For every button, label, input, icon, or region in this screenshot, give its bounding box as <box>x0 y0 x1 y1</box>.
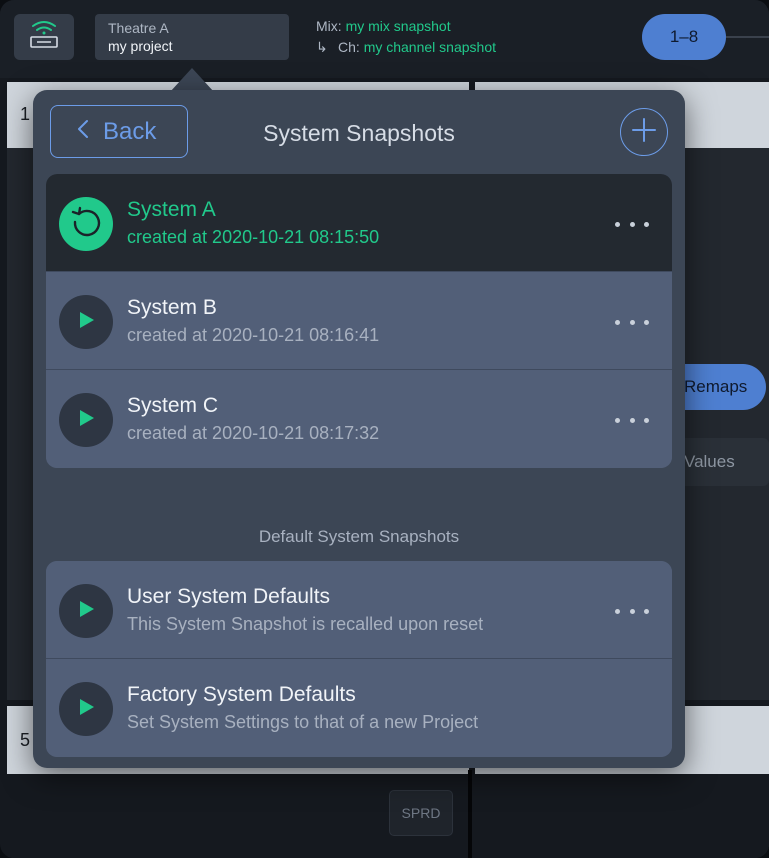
wifi-device-icon <box>27 20 61 55</box>
more-dots-icon[interactable] <box>615 216 649 232</box>
snapshot-timestamp: created at 2020-10-21 08:17:32 <box>127 423 380 443</box>
snapshot-title: System C <box>127 394 219 417</box>
strip-number-1: 1 <box>20 104 31 124</box>
default-title: Factory System Defaults <box>127 683 356 706</box>
top-bar: Theatre A my project Mix: my mix snapsho… <box>0 0 769 78</box>
default-description: This System Snapshot is recalled upon re… <box>127 614 484 634</box>
more-dots-icon[interactable] <box>615 314 649 330</box>
default-description: Set System Settings to that of a new Pro… <box>127 712 479 732</box>
snapshot-row-system-b[interactable]: System B created at 2020-10-21 08:16:41 <box>46 272 672 370</box>
system-snapshots-popover: Back System Snapshots System A created a… <box>33 90 685 768</box>
strip-divider <box>468 770 472 858</box>
project-selector[interactable]: Theatre A my project <box>95 14 289 60</box>
recall-icon <box>69 205 103 244</box>
recall-button[interactable] <box>59 682 113 736</box>
defaults-section-header: Default System Snapshots <box>258 527 460 546</box>
channel-snapshot-line: ↳ Ch: my channel snapshot <box>316 37 496 58</box>
popover-arrow <box>170 68 214 92</box>
snapshot-list: System A created at 2020-10-21 08:15:50 … <box>46 174 672 468</box>
project-venue: Theatre A <box>108 20 169 36</box>
more-dots-icon[interactable] <box>615 412 649 428</box>
recall-button[interactable] <box>59 393 113 447</box>
project-name: my project <box>108 38 173 54</box>
bank-divider <box>726 36 769 38</box>
snapshot-title: System A <box>127 198 216 221</box>
snapshot-title: System B <box>127 296 217 319</box>
plus-icon <box>631 117 657 148</box>
network-button[interactable] <box>14 14 74 60</box>
channel-label: Ch: <box>338 39 360 55</box>
strip-bottom-area <box>7 774 769 858</box>
recall-button[interactable] <box>59 197 113 251</box>
strip-number-5: 5 <box>20 730 31 750</box>
default-title: User System Defaults <box>127 585 331 608</box>
more-dots-icon[interactable] <box>615 603 649 619</box>
spread-button[interactable]: SPRD <box>389 790 453 836</box>
sub-arrow-icon: ↳ <box>316 39 328 55</box>
add-snapshot-button[interactable] <box>620 108 668 156</box>
default-row-user[interactable]: User System Defaults This System Snapsho… <box>46 561 672 659</box>
remaps-label: Remaps <box>684 377 748 396</box>
values-label: Values <box>684 452 735 471</box>
default-snapshot-list: User System Defaults This System Snapsho… <box>46 561 672 757</box>
snapshot-timestamp: created at 2020-10-21 08:16:41 <box>127 325 380 345</box>
mix-snapshot-line: Mix: my mix snapshot <box>316 16 496 37</box>
popover-title: System Snapshots <box>263 120 455 146</box>
app-window: Theatre A my project Mix: my mix snapsho… <box>0 0 769 858</box>
snapshot-row-system-a[interactable]: System A created at 2020-10-21 08:15:50 <box>46 174 672 272</box>
recall-button[interactable] <box>59 295 113 349</box>
default-row-factory[interactable]: Factory System Defaults Set System Setti… <box>46 659 672 757</box>
recall-button[interactable] <box>59 584 113 638</box>
bank-select-button[interactable]: 1–8 <box>642 14 726 60</box>
snapshot-timestamp: created at 2020-10-21 08:15:50 <box>127 227 380 247</box>
play-icon <box>77 311 95 334</box>
mix-snapshot-value: my mix snapshot <box>345 18 451 34</box>
channel-snapshot-value: my channel snapshot <box>363 39 496 55</box>
play-icon <box>77 409 95 432</box>
snapshot-row-system-c[interactable]: System C created at 2020-10-21 08:17:32 <box>46 370 672 468</box>
current-snapshot-info: Mix: my mix snapshot ↳ Ch: my channel sna… <box>316 16 496 58</box>
play-icon <box>77 600 95 623</box>
mix-label: Mix: <box>316 18 342 34</box>
play-icon <box>77 698 95 721</box>
